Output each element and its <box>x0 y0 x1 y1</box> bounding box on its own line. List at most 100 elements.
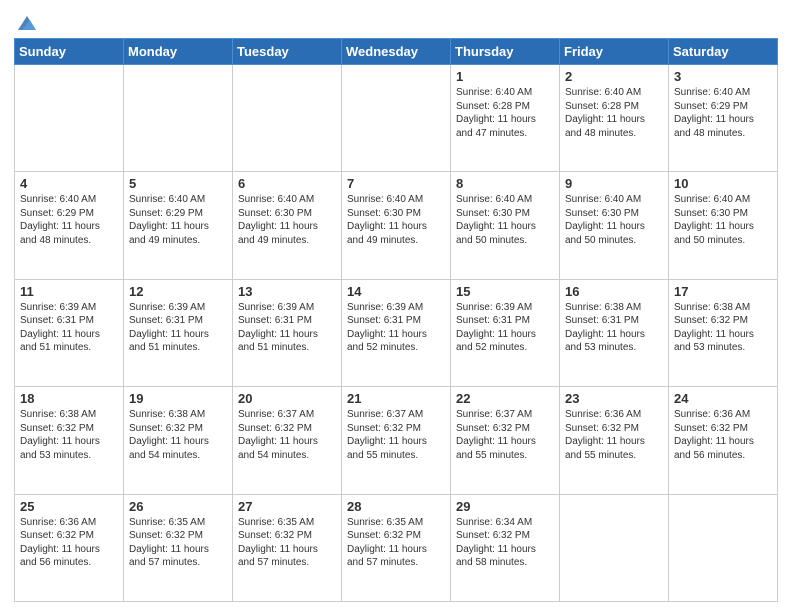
calendar-day-cell: 17Sunrise: 6:38 AM Sunset: 6:32 PM Dayli… <box>669 279 778 386</box>
calendar-day-cell: 25 Sunrise: 6:36 AM Sunset: 6:32 PM Dayli… <box>15 494 124 601</box>
day-info: Sunrise: 6:38 AM Sunset: 6:31 PM Dayligh… <box>565 301 663 355</box>
day-number: 7 <box>347 176 445 191</box>
calendar-day-cell: 12Sunrise: 6:39 AM Sunset: 6:31 PM Dayli… <box>124 279 233 386</box>
calendar-day-cell: 23Sunrise: 6:36 AM Sunset: 6:32 PM Dayli… <box>560 387 669 494</box>
calendar-day-cell: 13 Sunrise: 6:39 AM Sunset: 6:31 PM Dayli… <box>233 279 342 386</box>
day-number: 21 <box>347 391 445 406</box>
calendar-day-cell <box>15 65 124 172</box>
calendar-week-row: 4 Sunrise: 6:40 AM Sunset: 6:29 PM Daylig… <box>15 172 778 279</box>
calendar-day-header: Wednesday <box>342 39 451 65</box>
calendar-day-cell: 27 Sunrise: 6:35 AM Sunset: 6:32 PM Dayli… <box>233 494 342 601</box>
calendar-day-cell <box>560 494 669 601</box>
day-number: 12 <box>129 284 227 299</box>
day-info: Sunrise: 6:40 AM Sunset: 6:28 PM Dayligh… <box>456 86 554 140</box>
calendar-day-cell <box>233 65 342 172</box>
day-number: 4 <box>20 176 118 191</box>
calendar-header-row: SundayMondayTuesdayWednesdayThursdayFrid… <box>15 39 778 65</box>
calendar-day-cell: 29 Sunrise: 6:34 AM Sunset: 6:32 PM Dayli… <box>451 494 560 601</box>
logo <box>14 12 38 30</box>
calendar-day-header: Tuesday <box>233 39 342 65</box>
day-info: Sunrise: 6:34 AM Sunset: 6:32 PM Dayligh… <box>456 516 554 570</box>
day-number: 25 <box>20 499 118 514</box>
calendar-day-cell: 21 Sunrise: 6:37 AM Sunset: 6:32 PM Dayli… <box>342 387 451 494</box>
calendar-day-cell: 28 Sunrise: 6:35 AM Sunset: 6:32 PM Dayli… <box>342 494 451 601</box>
day-number: 17 <box>674 284 772 299</box>
day-number: 8 <box>456 176 554 191</box>
calendar-day-cell: 14Sunrise: 6:39 AM Sunset: 6:31 PM Dayli… <box>342 279 451 386</box>
calendar-week-row: 18 Sunrise: 6:38 AM Sunset: 6:32 PM Dayli… <box>15 387 778 494</box>
calendar-day-header: Monday <box>124 39 233 65</box>
day-info: Sunrise: 6:40 AM Sunset: 6:30 PM Dayligh… <box>674 193 772 247</box>
calendar-day-cell: 3 Sunrise: 6:40 AM Sunset: 6:29 PM Daylig… <box>669 65 778 172</box>
calendar-day-cell: 24 Sunrise: 6:36 AM Sunset: 6:32 PM Dayli… <box>669 387 778 494</box>
day-info: Sunrise: 6:40 AM Sunset: 6:30 PM Dayligh… <box>238 193 336 247</box>
day-number: 28 <box>347 499 445 514</box>
calendar-day-cell: 7 Sunrise: 6:40 AM Sunset: 6:30 PM Daylig… <box>342 172 451 279</box>
logo-icon <box>16 12 38 34</box>
calendar-day-cell: 9 Sunrise: 6:40 AM Sunset: 6:30 PM Daylig… <box>560 172 669 279</box>
calendar-day-cell: 11 Sunrise: 6:39 AM Sunset: 6:31 PM Dayli… <box>15 279 124 386</box>
calendar-day-cell <box>669 494 778 601</box>
day-info: Sunrise: 6:40 AM Sunset: 6:29 PM Dayligh… <box>20 193 118 247</box>
calendar-day-cell <box>124 65 233 172</box>
calendar-day-cell: 10 Sunrise: 6:40 AM Sunset: 6:30 PM Dayli… <box>669 172 778 279</box>
day-info: Sunrise: 6:40 AM Sunset: 6:28 PM Dayligh… <box>565 86 663 140</box>
day-info: Sunrise: 6:39 AM Sunset: 6:31 PM Dayligh… <box>456 301 554 355</box>
calendar-day-cell: 1Sunrise: 6:40 AM Sunset: 6:28 PM Daylig… <box>451 65 560 172</box>
day-number: 11 <box>20 284 118 299</box>
day-number: 24 <box>674 391 772 406</box>
calendar-day-cell: 15 Sunrise: 6:39 AM Sunset: 6:31 PM Dayli… <box>451 279 560 386</box>
day-number: 3 <box>674 69 772 84</box>
day-number: 5 <box>129 176 227 191</box>
calendar-day-header: Thursday <box>451 39 560 65</box>
calendar-day-header: Friday <box>560 39 669 65</box>
calendar-day-cell: 4 Sunrise: 6:40 AM Sunset: 6:29 PM Daylig… <box>15 172 124 279</box>
day-info: Sunrise: 6:40 AM Sunset: 6:30 PM Dayligh… <box>347 193 445 247</box>
day-info: Sunrise: 6:39 AM Sunset: 6:31 PM Dayligh… <box>20 301 118 355</box>
calendar-week-row: 25 Sunrise: 6:36 AM Sunset: 6:32 PM Dayli… <box>15 494 778 601</box>
day-number: 6 <box>238 176 336 191</box>
day-info: Sunrise: 6:40 AM Sunset: 6:29 PM Dayligh… <box>129 193 227 247</box>
day-info: Sunrise: 6:40 AM Sunset: 6:29 PM Dayligh… <box>674 86 772 140</box>
day-number: 9 <box>565 176 663 191</box>
calendar-day-cell: 8 Sunrise: 6:40 AM Sunset: 6:30 PM Daylig… <box>451 172 560 279</box>
calendar-week-row: 1Sunrise: 6:40 AM Sunset: 6:28 PM Daylig… <box>15 65 778 172</box>
day-number: 29 <box>456 499 554 514</box>
day-number: 27 <box>238 499 336 514</box>
day-number: 22 <box>456 391 554 406</box>
calendar-day-cell: 22 Sunrise: 6:37 AM Sunset: 6:32 PM Dayli… <box>451 387 560 494</box>
day-info: Sunrise: 6:39 AM Sunset: 6:31 PM Dayligh… <box>238 301 336 355</box>
calendar-day-cell: 6 Sunrise: 6:40 AM Sunset: 6:30 PM Daylig… <box>233 172 342 279</box>
day-number: 2 <box>565 69 663 84</box>
calendar-day-cell: 18 Sunrise: 6:38 AM Sunset: 6:32 PM Dayli… <box>15 387 124 494</box>
day-info: Sunrise: 6:36 AM Sunset: 6:32 PM Dayligh… <box>565 408 663 462</box>
calendar-table: SundayMondayTuesdayWednesdayThursdayFrid… <box>14 38 778 602</box>
day-info: Sunrise: 6:40 AM Sunset: 6:30 PM Dayligh… <box>565 193 663 247</box>
day-info: Sunrise: 6:35 AM Sunset: 6:32 PM Dayligh… <box>347 516 445 570</box>
day-info: Sunrise: 6:37 AM Sunset: 6:32 PM Dayligh… <box>347 408 445 462</box>
calendar-day-cell: 5 Sunrise: 6:40 AM Sunset: 6:29 PM Daylig… <box>124 172 233 279</box>
calendar-day-header: Saturday <box>669 39 778 65</box>
day-info: Sunrise: 6:40 AM Sunset: 6:30 PM Dayligh… <box>456 193 554 247</box>
calendar-day-cell: 20Sunrise: 6:37 AM Sunset: 6:32 PM Dayli… <box>233 387 342 494</box>
header <box>14 12 778 30</box>
day-number: 15 <box>456 284 554 299</box>
calendar-day-cell: 16Sunrise: 6:38 AM Sunset: 6:31 PM Dayli… <box>560 279 669 386</box>
day-number: 26 <box>129 499 227 514</box>
day-info: Sunrise: 6:38 AM Sunset: 6:32 PM Dayligh… <box>20 408 118 462</box>
page: SundayMondayTuesdayWednesdayThursdayFrid… <box>0 0 792 612</box>
day-info: Sunrise: 6:35 AM Sunset: 6:32 PM Dayligh… <box>129 516 227 570</box>
day-number: 10 <box>674 176 772 191</box>
calendar-day-cell: 19Sunrise: 6:38 AM Sunset: 6:32 PM Dayli… <box>124 387 233 494</box>
calendar-week-row: 11 Sunrise: 6:39 AM Sunset: 6:31 PM Dayli… <box>15 279 778 386</box>
day-info: Sunrise: 6:36 AM Sunset: 6:32 PM Dayligh… <box>674 408 772 462</box>
day-info: Sunrise: 6:37 AM Sunset: 6:32 PM Dayligh… <box>456 408 554 462</box>
calendar-day-cell: 26 Sunrise: 6:35 AM Sunset: 6:32 PM Dayli… <box>124 494 233 601</box>
day-number: 20 <box>238 391 336 406</box>
day-number: 18 <box>20 391 118 406</box>
day-info: Sunrise: 6:35 AM Sunset: 6:32 PM Dayligh… <box>238 516 336 570</box>
day-number: 14 <box>347 284 445 299</box>
day-info: Sunrise: 6:36 AM Sunset: 6:32 PM Dayligh… <box>20 516 118 570</box>
day-number: 13 <box>238 284 336 299</box>
calendar-day-cell <box>342 65 451 172</box>
